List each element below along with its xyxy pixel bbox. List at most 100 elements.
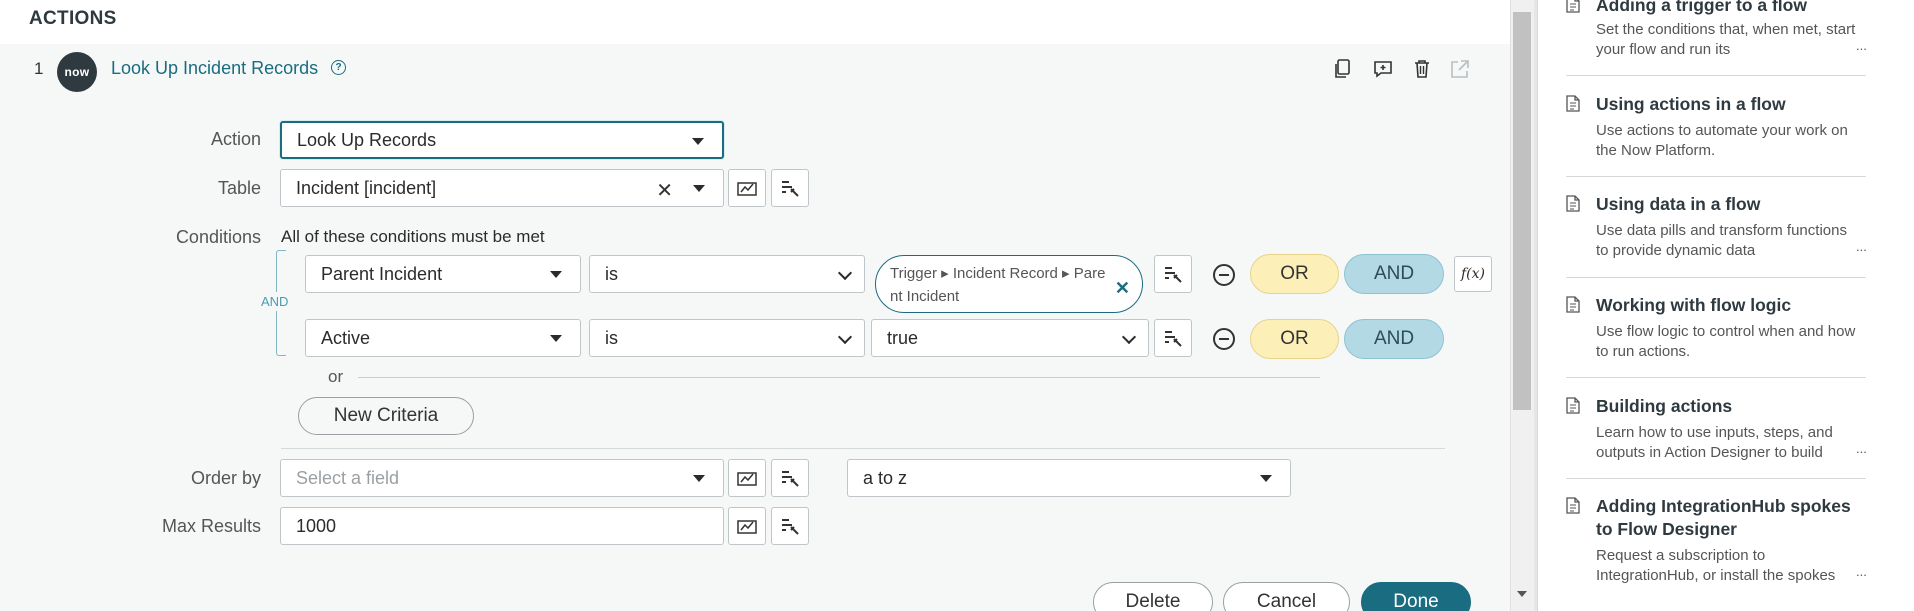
condition-1-and-button[interactable]: AND [1344,254,1444,294]
or-separator-label: or [328,367,344,386]
condition-2-field-select[interactable]: Active [305,319,581,357]
and-connector-label: AND [259,292,291,311]
condition-2-value: true [887,327,919,348]
order-by-placeholder: Select a field [296,467,400,488]
help-icon[interactable]: ? [331,60,346,75]
now-logo-icon: now [57,52,97,92]
condition-1-or-button[interactable]: OR [1250,254,1339,294]
table-label: Table [217,178,261,198]
caret-down-icon [1260,475,1272,482]
help-item-title[interactable]: Building actions [1596,395,1866,418]
document-icon [1566,296,1580,318]
clear-icon[interactable]: ✕ [656,178,673,203]
help-item-title[interactable]: Using data in a flow [1596,193,1866,216]
trash-icon[interactable] [1411,58,1433,80]
condition-1-field-select[interactable]: Parent Incident [305,255,581,293]
scrollbar-thumb[interactable] [1513,12,1531,410]
step-number: 1 [34,59,44,78]
help-divider [1566,75,1866,76]
help-item-desc: Use data pills and transform functions t… [1596,222,1847,259]
sort-order-select[interactable]: a to z [847,459,1291,497]
order-by-select[interactable]: Select a field [280,459,724,497]
conditions-header: All of these conditions must be met [281,227,545,246]
help-item-desc: Request a subscription to IntegrationHub… [1596,547,1836,584]
caret-down-icon [693,475,705,482]
help-item-desc: Set the conditions that, when met, start… [1596,21,1856,58]
help-divider [1566,377,1866,378]
document-icon [1566,497,1580,519]
document-icon [1566,0,1580,18]
condition-2-operator-value: is [605,327,618,348]
help-item-ellipsis: ... [1856,38,1867,53]
remove-condition-icon[interactable] [1213,328,1235,350]
tree-picker-button[interactable] [771,507,809,545]
table-select-value: Incident [incident] [296,177,437,198]
condition-2-field-value: Active [321,327,371,348]
data-pill-picker-button[interactable] [728,169,766,207]
condition-1-operator-value: is [605,263,618,284]
scroll-down-arrow-icon[interactable] [1517,591,1527,597]
caret-down-icon [693,185,705,192]
help-divider [1566,277,1866,278]
condition-2-value-select[interactable]: true [871,319,1149,357]
tree-picker-button[interactable] [771,169,809,207]
help-item-title[interactable]: Working with flow logic [1596,294,1866,317]
help-item-ellipsis: ... [1856,239,1867,254]
remove-pill-icon[interactable]: ✕ [1115,274,1130,302]
tree-picker-button[interactable] [771,459,809,497]
help-item-ellipsis: ... [1856,564,1867,579]
remove-condition-icon[interactable] [1213,264,1235,286]
document-icon [1566,95,1580,117]
chevron-down-icon [837,329,853,345]
divider [281,448,1445,449]
caret-down-icon [692,138,704,145]
help-divider [1566,176,1866,177]
data-pill-text-line-1: Trigger ▸ Incident Record ▸ Pare [890,265,1106,282]
copy-icon[interactable] [1332,58,1354,80]
condition-1-operator-select[interactable]: is [589,255,865,293]
action-select[interactable]: Look Up Records [280,121,724,159]
help-item-desc: Use flow logic to control when and how t… [1596,323,1856,360]
condition-1-value-data-pill[interactable]: Trigger ▸ Incident Record ▸ Pare nt Inci… [875,255,1143,313]
actions-section-header: ACTIONS [0,0,1510,44]
action-title[interactable]: Look Up Incident Records [111,58,318,79]
flow-designer-main: ACTIONS 1 now Look Up Incident Records ?… [0,0,1510,611]
help-item-title[interactable]: Using actions in a flow [1596,93,1866,116]
table-select[interactable]: Incident [incident] ✕ [280,169,724,207]
help-item-desc: Use actions to automate your work on the… [1596,122,1848,159]
data-pill-picker-button[interactable] [728,507,766,545]
conditions-label: Conditions [175,227,261,247]
delete-button[interactable]: Delete [1093,582,1213,611]
help-item-desc: Learn how to use inputs, steps, and outp… [1596,424,1833,461]
chevron-down-icon [1121,329,1137,345]
max-results-label: Max Results [161,516,261,536]
help-item-title[interactable]: Adding a trigger to a flow [1596,0,1866,17]
condition-2-and-button[interactable]: AND [1344,319,1444,359]
help-item-title[interactable]: Adding IntegrationHub spokes to Flow Des… [1596,495,1866,541]
cancel-button[interactable]: Cancel [1223,582,1350,611]
transform-function-button[interactable]: f(x) [1454,256,1492,292]
caret-down-icon [550,335,562,342]
action-select-value: Look Up Records [297,129,437,150]
data-pill-picker-button[interactable] [728,459,766,497]
section-title: ACTIONS [29,8,117,29]
condition-1-field-value: Parent Incident [321,263,443,284]
add-comment-icon[interactable] [1372,58,1394,80]
max-results-value: 1000 [296,515,337,536]
order-by-label: Order by [190,468,261,488]
new-criteria-button[interactable]: New Criteria [298,397,474,435]
done-button[interactable]: Done [1361,582,1471,611]
max-results-input[interactable]: 1000 [280,507,724,545]
or-separator-line [358,377,1320,378]
data-pill-text-line-2: nt Incident [890,288,960,305]
help-item-ellipsis: ... [1856,441,1867,456]
condition-2-or-button[interactable]: OR [1250,319,1339,359]
action-label: Action [210,129,261,149]
condition-2-operator-select[interactable]: is [589,319,865,357]
open-external-icon[interactable] [1449,58,1471,80]
condition-2-tree-picker-button[interactable] [1154,319,1192,357]
help-divider [1566,478,1866,479]
document-icon [1566,195,1580,217]
condition-1-tree-picker-button[interactable] [1154,255,1192,293]
caret-down-icon [550,271,562,278]
